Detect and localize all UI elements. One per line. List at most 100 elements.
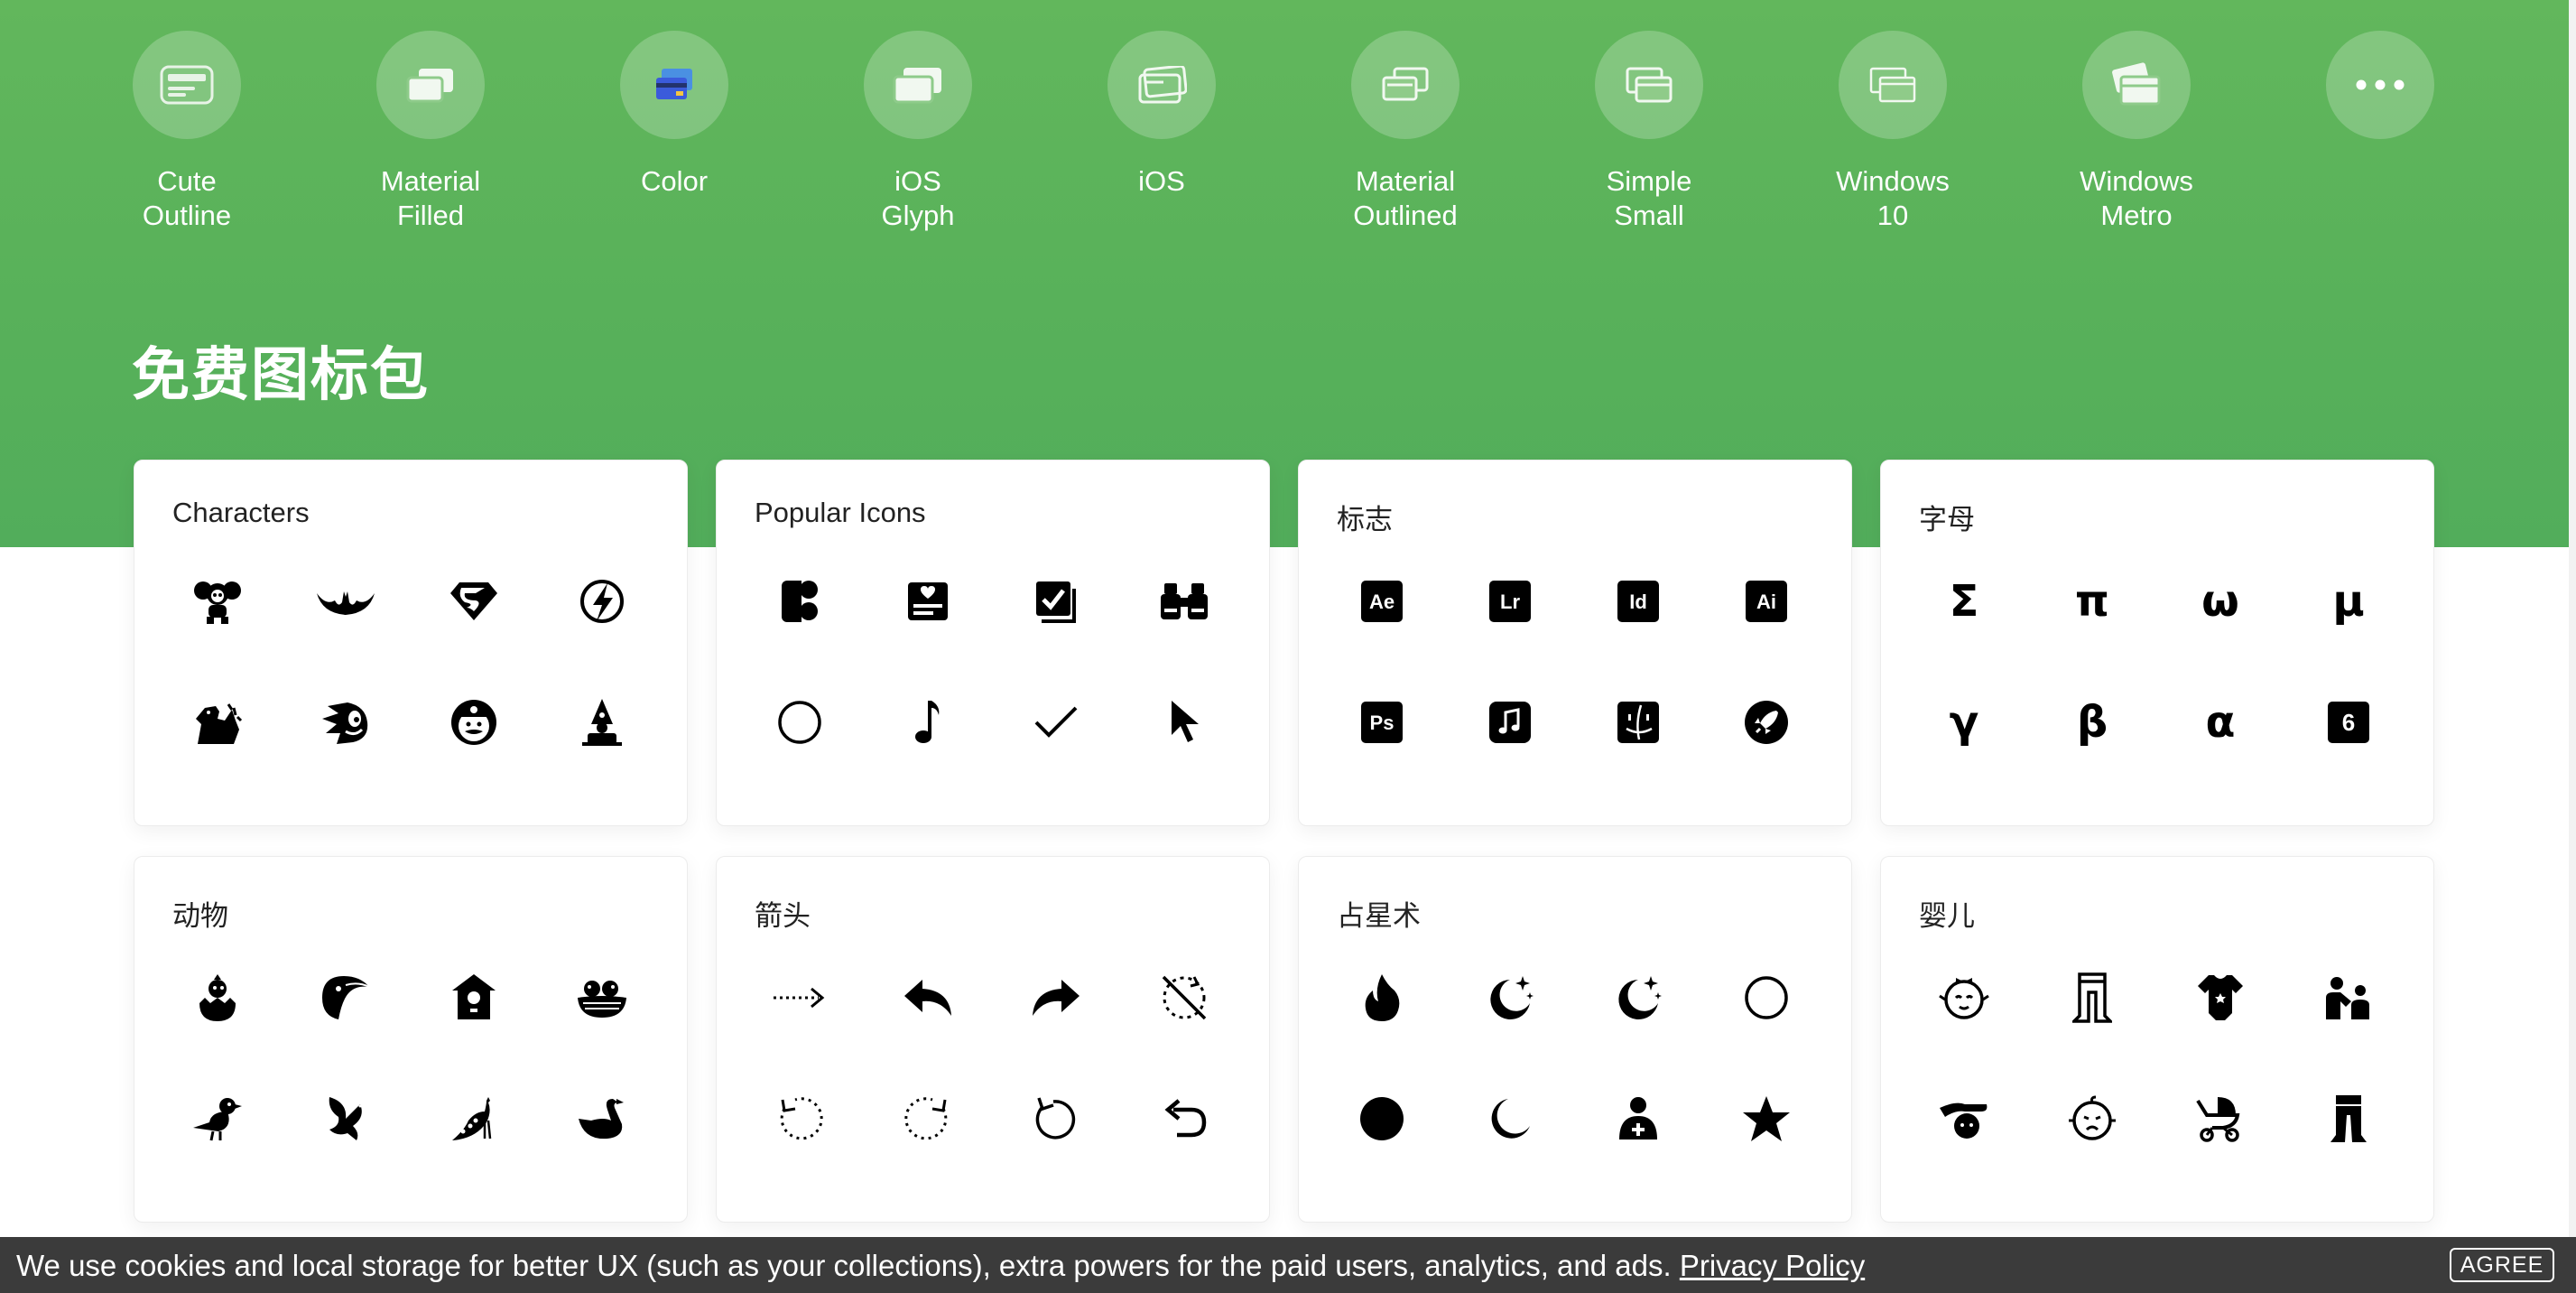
- no-sync-icon[interactable]: [1144, 957, 1225, 1038]
- style-cute-outline[interactable]: Cute Outline: [79, 31, 295, 233]
- after-effects-icon[interactable]: Ae: [1341, 561, 1422, 642]
- privacy-policy-link[interactable]: Privacy Policy: [1680, 1249, 1865, 1282]
- binoculars-icon[interactable]: [1144, 561, 1225, 642]
- pack-card-baby[interactable]: 婴儿: [1880, 856, 2434, 1223]
- icon-grid: Ae Lr Id Ai Ps: [1299, 460, 1851, 825]
- forward-icon[interactable]: [1015, 957, 1097, 1038]
- cursor-icon[interactable]: [1144, 682, 1225, 763]
- style-ios-glyph[interactable]: iOS Glyph: [810, 31, 1026, 233]
- section-title: 免费图标包: [132, 342, 430, 409]
- mu-icon[interactable]: μ: [2308, 561, 2389, 642]
- icon-grid: [134, 460, 687, 825]
- dove-icon[interactable]: [305, 1078, 386, 1159]
- baby-bodysuit-icon[interactable]: [2180, 957, 2261, 1038]
- style-material-outlined[interactable]: Material Outlined: [1297, 31, 1514, 233]
- toucan-icon[interactable]: [305, 957, 386, 1038]
- glyph-sigma: Σ: [1950, 576, 1979, 627]
- pack-card-letters[interactable]: 字母 Σ π ω μ γ β α 6: [1880, 460, 2434, 826]
- more-styles-button[interactable]: [2272, 31, 2488, 164]
- icon-grid: [1881, 857, 2433, 1222]
- swan-icon[interactable]: [561, 1078, 643, 1159]
- pack-card-arrows[interactable]: 箭头: [716, 856, 1270, 1223]
- gamma-icon[interactable]: γ: [1923, 682, 2005, 763]
- moon-stars-icon[interactable]: [1469, 957, 1551, 1038]
- pi-icon[interactable]: π: [2052, 561, 2133, 642]
- tights-icon[interactable]: [2052, 957, 2133, 1038]
- pack-card-animals[interactable]: 动物: [134, 856, 688, 1223]
- material-filled-style-icon: [376, 31, 485, 139]
- style-material-filled[interactable]: Material Filled: [322, 31, 539, 233]
- cute-outline-style-icon: [133, 31, 241, 139]
- sonic-icon[interactable]: [305, 682, 386, 763]
- glyph-beta: β: [2077, 697, 2108, 748]
- rotate-left-dashed-icon[interactable]: [759, 1078, 840, 1159]
- icon-grid: Σ π ω μ γ β α 6: [1881, 460, 2433, 825]
- pack-card-logos[interactable]: 标志 Ae Lr Id Ai Ps: [1298, 460, 1852, 826]
- ios-glyph-style-icon: [864, 31, 972, 139]
- flash-icon[interactable]: [561, 561, 643, 642]
- news-card-icon[interactable]: [887, 561, 968, 642]
- circle-icon[interactable]: [1726, 957, 1807, 1038]
- circle-icon[interactable]: [759, 682, 840, 763]
- music-note-icon[interactable]: [887, 682, 968, 763]
- rotate-right-dashed-icon[interactable]: [887, 1078, 968, 1159]
- dotted-arrow-right-icon[interactable]: [759, 957, 840, 1038]
- rocket-icon[interactable]: [1726, 682, 1807, 763]
- filled-circle-icon[interactable]: [1341, 1078, 1422, 1159]
- crescent-moon-icon[interactable]: [1469, 1078, 1551, 1159]
- finder-icon[interactable]: [1598, 682, 1679, 763]
- lightroom-icon[interactable]: Lr: [1469, 561, 1551, 642]
- alpha-icon[interactable]: α: [2180, 682, 2261, 763]
- baby-girl-icon[interactable]: [1923, 957, 2005, 1038]
- checklist-icon[interactable]: [1015, 561, 1097, 642]
- person-plus-icon[interactable]: [1598, 1078, 1679, 1159]
- superman-icon[interactable]: [433, 561, 514, 642]
- birdhouse-icon[interactable]: [433, 957, 514, 1038]
- batman-icon[interactable]: [305, 561, 386, 642]
- chick-icon[interactable]: [177, 957, 258, 1038]
- logo-text-id: Id: [1629, 591, 1647, 613]
- godzilla-icon[interactable]: [177, 682, 258, 763]
- bird-nest-icon[interactable]: [561, 957, 643, 1038]
- sigma-icon[interactable]: Σ: [1923, 561, 2005, 642]
- pack-card-characters[interactable]: Characters: [134, 460, 688, 826]
- star-icon[interactable]: [1726, 1078, 1807, 1159]
- icon-grid: [717, 460, 1269, 825]
- style-windows-metro[interactable]: Windows Metro: [2028, 31, 2245, 233]
- apple-music-icon[interactable]: [1469, 682, 1551, 763]
- agree-button[interactable]: AGREE: [2450, 1248, 2554, 1282]
- parent-child-icon[interactable]: [2308, 957, 2389, 1038]
- simple-small-style-icon: [1595, 31, 1703, 139]
- moon-stars-icon[interactable]: [1598, 957, 1679, 1038]
- beta-icon[interactable]: β: [2052, 682, 2133, 763]
- fire-icon[interactable]: [1341, 957, 1422, 1038]
- pack-card-astrology[interactable]: 占星术: [1298, 856, 1852, 1223]
- pack-card-popular[interactable]: Popular Icons: [716, 460, 1270, 826]
- refresh-icon[interactable]: [1015, 1078, 1097, 1159]
- reply-icon[interactable]: [887, 957, 968, 1038]
- style-color[interactable]: Color: [566, 31, 783, 199]
- omega-icon[interactable]: ω: [2180, 561, 2261, 642]
- style-windows-10[interactable]: Windows 10: [1784, 31, 2001, 233]
- figma-icon[interactable]: [759, 561, 840, 642]
- mario-icon[interactable]: [433, 682, 514, 763]
- six-icon[interactable]: 6: [2308, 682, 2389, 763]
- logo-text-ps: Ps: [1370, 712, 1395, 734]
- checkmark-icon[interactable]: [1015, 682, 1097, 763]
- illustrator-icon[interactable]: Ai: [1726, 561, 1807, 642]
- sparrow-icon[interactable]: [177, 1078, 258, 1159]
- stroller-icon[interactable]: [2180, 1078, 2261, 1159]
- photoshop-icon[interactable]: Ps: [1341, 682, 1422, 763]
- crying-baby-icon[interactable]: [2052, 1078, 2133, 1159]
- indesign-icon[interactable]: Id: [1598, 561, 1679, 642]
- baby-care-icon[interactable]: [1923, 1078, 2005, 1159]
- baby-pants-icon[interactable]: [2308, 1078, 2389, 1159]
- scrollbar[interactable]: [2569, 0, 2576, 1237]
- cheburashka-icon[interactable]: [177, 561, 258, 642]
- style-simple-small[interactable]: Simple Small: [1541, 31, 1757, 233]
- undo-icon[interactable]: [1144, 1078, 1225, 1159]
- gnome-icon[interactable]: [561, 682, 643, 763]
- style-ios[interactable]: iOS: [1053, 31, 1270, 199]
- peacock-icon[interactable]: [433, 1078, 514, 1159]
- icon-grid: [1299, 857, 1851, 1222]
